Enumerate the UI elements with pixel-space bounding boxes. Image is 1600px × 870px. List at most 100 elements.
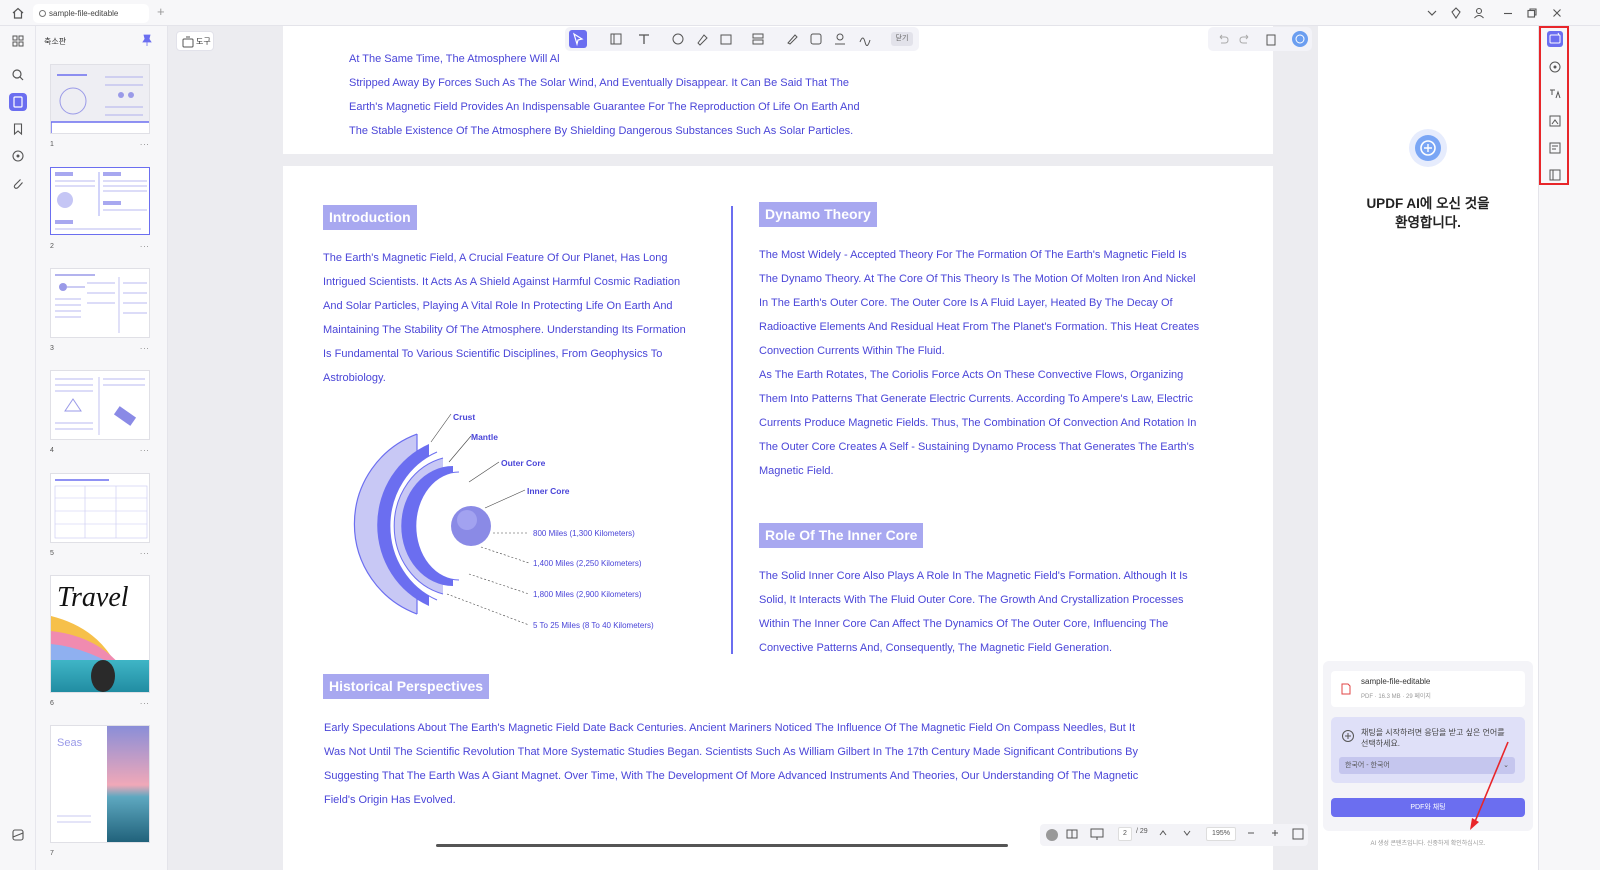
close-toolbar-button[interactable]: 닫기 (891, 32, 913, 46)
ai-welcome-message: UPDF AI에 오신 것을 환영합니다. (1338, 194, 1518, 232)
zoom-out-icon[interactable] (1246, 828, 1256, 838)
pdf-file-icon (1341, 683, 1351, 695)
depth-label: 5 To 25 Miles (8 To 40 Kilometers) (533, 621, 654, 630)
depth-label: 1,400 Miles (2,250 Kilometers) (533, 559, 642, 568)
pencil-icon[interactable] (785, 32, 799, 46)
horizontal-scrollbar[interactable] (436, 844, 1008, 847)
theme-icon[interactable] (9, 826, 27, 844)
document-tab[interactable]: sample-file-editable (33, 4, 149, 23)
dynamo-theory-heading: Dynamo Theory (759, 202, 877, 227)
thumbnail-more-button[interactable]: ... (140, 342, 150, 351)
account-icon[interactable] (1471, 5, 1487, 21)
home-icon[interactable] (10, 5, 26, 21)
ai-chat-icon[interactable] (1547, 31, 1563, 47)
thumbnail-number: 6 (50, 700, 54, 707)
ai-small-icon (1341, 729, 1355, 743)
text-line: The Outer Core Creates A Self - Sustaini… (759, 441, 1195, 453)
outer-core-label: Outer Core (501, 458, 546, 468)
thumbnail-more-button[interactable]: ... (140, 444, 150, 453)
pdf-page-2: Introduction The Earth's Magnetic Field,… (283, 166, 1273, 870)
thumbnail-number: 5 (50, 550, 54, 557)
zoom-level[interactable]: 195% (1206, 827, 1236, 841)
thumbnail-number: 4 (50, 447, 54, 454)
fit-page-icon[interactable] (1292, 828, 1304, 840)
thumbnail-more-button[interactable]: ... (140, 547, 150, 556)
book-icon[interactable] (1547, 167, 1563, 183)
page-layout-icon[interactable] (1066, 828, 1078, 840)
thumbnail-page-7[interactable]: Seas (50, 725, 150, 843)
rectangle-icon[interactable] (719, 32, 733, 46)
text-line: The Dynamo Theory. At The Core Of This T… (759, 273, 1196, 285)
restore-icon[interactable] (1524, 5, 1540, 21)
thumbnail-page-5[interactable] (50, 473, 150, 543)
thumbnail-page-1[interactable] (50, 64, 150, 134)
text-line: Within The Inner Core Can Affect The Dyn… (759, 618, 1169, 630)
grid-apps-icon[interactable] (9, 32, 27, 50)
redo-icon[interactable] (1238, 32, 1252, 46)
translate-icon[interactable] (1547, 86, 1563, 102)
clipboard-icon[interactable] (1264, 32, 1278, 46)
thumbnails-icon[interactable] (9, 93, 27, 111)
thumbnail-page-2[interactable] (50, 167, 150, 235)
depth-label: 800 Miles (1,300 Kilometers) (533, 529, 635, 538)
thumbnail-panel: 축소판 1 ... 2 ... 3 ... 4 ... 5 ... Travel… (36, 26, 168, 870)
search-icon[interactable] (9, 66, 27, 84)
thumbnail-number: 1 (50, 141, 54, 148)
tools-button[interactable]: 도구 (176, 31, 214, 51)
text-box-icon[interactable] (609, 32, 623, 46)
thumbnail-more-button[interactable]: ... (140, 697, 150, 706)
sticker-icon[interactable] (809, 32, 823, 46)
left-tool-rail (0, 26, 36, 870)
total-pages: / 29 (1136, 828, 1148, 835)
thumbnail-number: 7 (50, 850, 54, 857)
close-window-icon[interactable] (1549, 5, 1565, 21)
text-line: Intrigued Scientists. It Acts As A Shiel… (323, 276, 681, 288)
welcome-line: 환영합니다. (1395, 215, 1461, 230)
file-meta: PDF · 16.3 MB · 29 페이지 (1361, 694, 1431, 700)
thumbnail-more-button[interactable]: ... (140, 138, 150, 147)
ai-assistant-icon[interactable] (1292, 31, 1308, 47)
crust-label: Crust (453, 412, 475, 422)
highlight-box (1539, 26, 1569, 185)
attachment-icon[interactable] (9, 174, 27, 192)
chevron-down-icon[interactable] (1424, 5, 1440, 21)
undo-icon[interactable] (1216, 32, 1230, 46)
minimize-icon[interactable] (1500, 5, 1516, 21)
text-line: Earth's Magnetic Field Provides An Indis… (349, 101, 860, 113)
next-page-icon[interactable] (1182, 828, 1192, 838)
notification-icon[interactable] (1448, 5, 1464, 21)
summary-icon[interactable] (1547, 140, 1563, 156)
depth-label: 1,800 Miles (2,900 Kilometers) (533, 590, 642, 599)
image-to-text-icon[interactable] (1547, 113, 1563, 129)
red-arrow-annotation (1470, 741, 1509, 830)
stamp-icon[interactable] (751, 32, 765, 46)
document-canvas[interactable]: At The Same Time, The Atmosphere Will Al… (168, 26, 1318, 870)
text-line: Early Speculations About The Earth's Mag… (324, 722, 1136, 734)
expand-icon[interactable] (1046, 829, 1058, 841)
thumbnail-page-3[interactable] (50, 268, 150, 338)
previous-page-icon[interactable] (1158, 828, 1168, 838)
pin-icon[interactable] (142, 34, 152, 46)
thumbnail-page-6[interactable]: Travel (50, 575, 150, 693)
current-page-input[interactable]: 2 (1118, 827, 1132, 841)
bookmark-icon[interactable] (9, 120, 27, 138)
thumbnail-number: 3 (50, 345, 54, 352)
thumbnail-panel-title: 축소판 (44, 37, 67, 46)
comment-icon[interactable] (9, 147, 27, 165)
text-line: Was Not Until The Scientific Revolution … (324, 746, 1138, 758)
text-line: Astrobiology. (323, 372, 386, 384)
thumbnail-page-4[interactable] (50, 370, 150, 440)
title-bar: sample-file-editable + (0, 0, 1600, 26)
thumbnail-more-button[interactable]: ... (140, 240, 150, 249)
ai-search-icon[interactable] (1547, 59, 1563, 75)
text-icon[interactable] (637, 32, 651, 46)
add-tab-button[interactable]: + (157, 5, 165, 19)
presentation-icon[interactable] (1090, 828, 1104, 840)
select-cursor-icon[interactable] (569, 30, 587, 48)
welcome-line: UPDF AI에 오신 것을 (1366, 196, 1490, 211)
highlighter-icon[interactable] (695, 32, 709, 46)
signature-icon[interactable] (858, 32, 872, 46)
zoom-in-icon[interactable] (1270, 828, 1280, 838)
comment-note-icon[interactable] (671, 32, 685, 46)
user-stamp-icon[interactable] (833, 32, 847, 46)
